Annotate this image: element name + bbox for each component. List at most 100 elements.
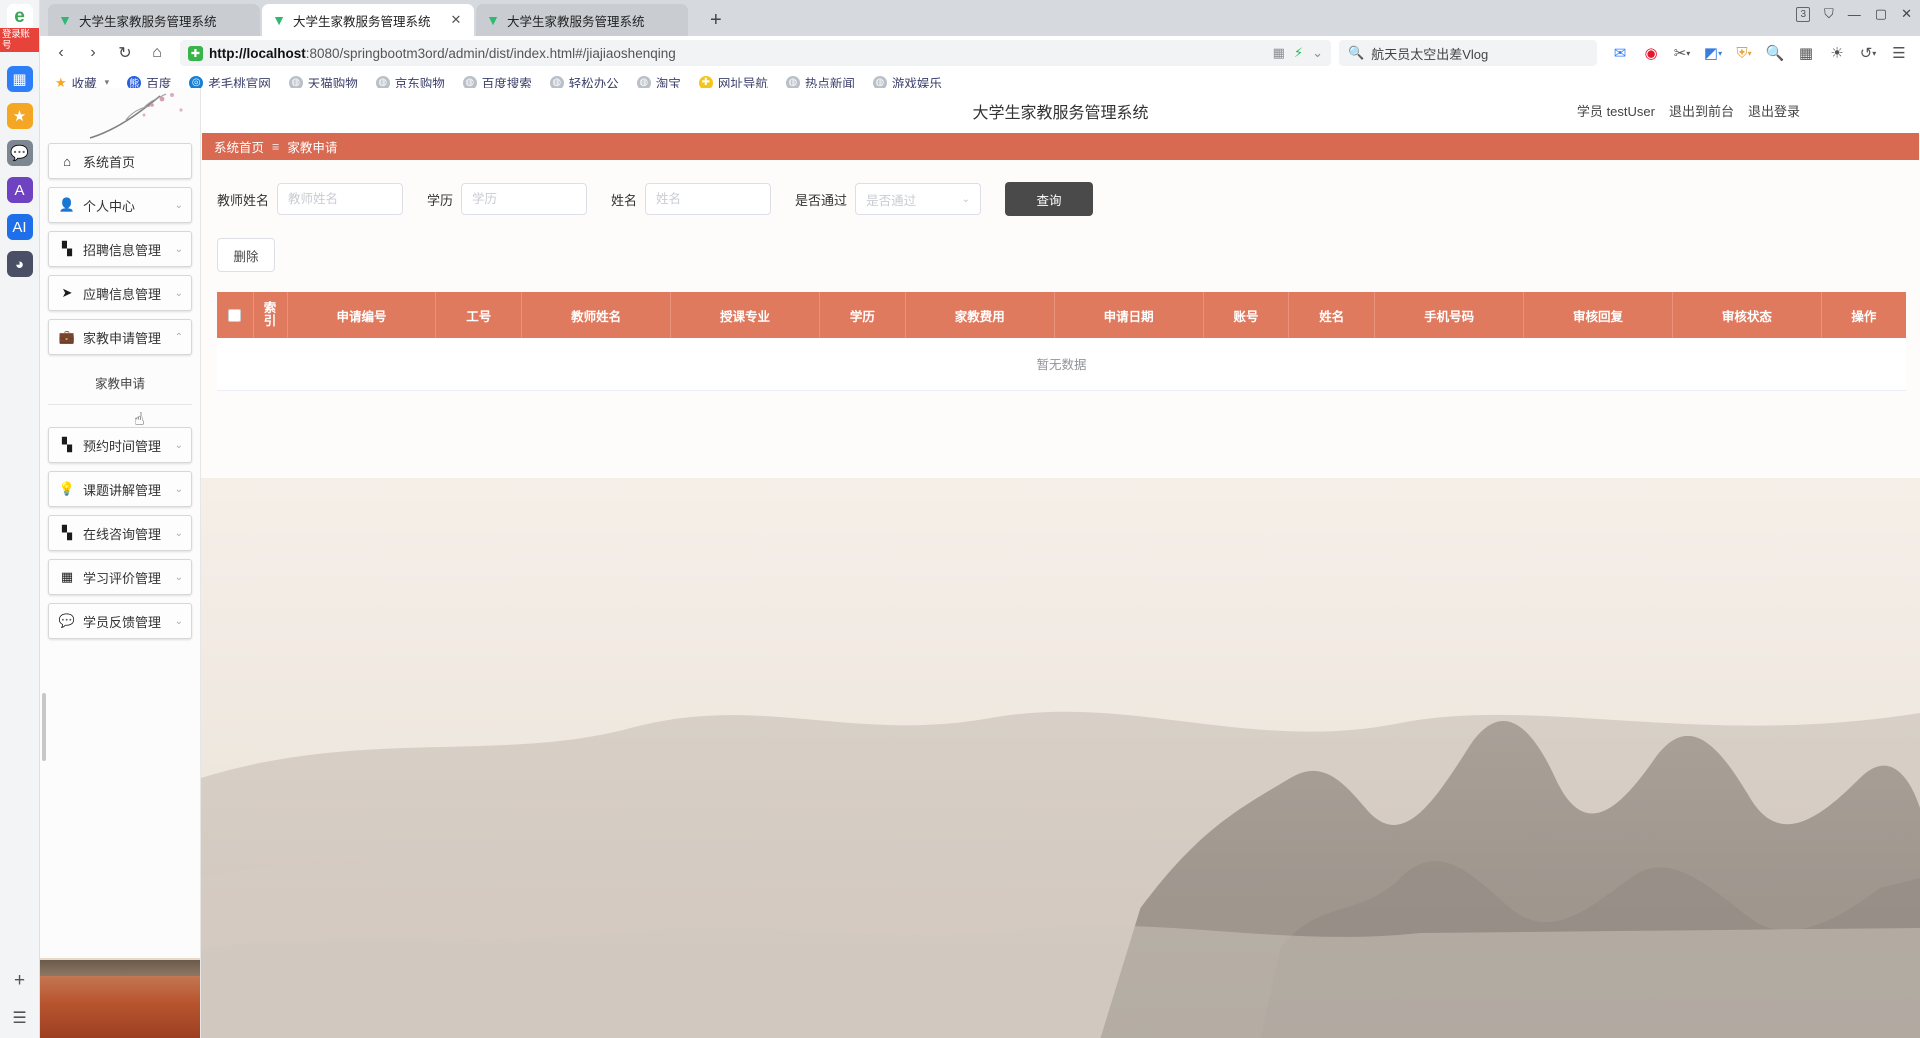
chevron-down-icon: ⌄ xyxy=(174,199,183,211)
chevron-down-icon: ⌄ xyxy=(174,527,183,539)
sidebar-footer-image xyxy=(40,958,200,1038)
tab-count-badge[interactable]: 3 xyxy=(1796,6,1811,22)
chevron-down-icon: ⌄ xyxy=(174,439,183,451)
breadcrumb-home[interactable]: 系统首页 xyxy=(214,137,264,156)
login-account-badge[interactable]: 登录账号 xyxy=(0,28,39,52)
brightness-icon[interactable]: ☀ xyxy=(1824,40,1850,66)
student-name-input[interactable] xyxy=(645,183,772,215)
sidebar-item-home[interactable]: ⌂ 系统首页 xyxy=(48,143,192,179)
feedback-icon: 💬 xyxy=(58,613,76,628)
url-text: http://localhost:8080/springbootm3ord/ad… xyxy=(209,45,676,61)
menu-icon[interactable]: ☰ xyxy=(1886,40,1912,66)
sidebar-item-application-info[interactable]: ➤ 应聘信息管理 ⌄ xyxy=(48,275,192,311)
sidebar-item-online-consult-mgmt[interactable]: ▚ 在线咨询管理 ⌄ xyxy=(48,515,192,551)
sidebar-item-label: 家教申请管理 xyxy=(83,330,162,346)
sidebar-item-tutoring-application-mgmt[interactable]: 💼 家教申请管理 ⌃ xyxy=(48,319,192,355)
new-tab-button[interactable]: + xyxy=(700,9,732,32)
minimize-button[interactable]: — xyxy=(1848,7,1861,22)
sidebar-item-student-feedback-mgmt[interactable]: 💬 学员反馈管理 ⌄ xyxy=(48,603,192,639)
ink-wash-background xyxy=(201,478,1920,1038)
scissors-icon[interactable]: ✂ ▾ xyxy=(1669,40,1695,66)
close-window-button[interactable]: ✕ xyxy=(1901,6,1912,22)
search-input-value: 航天员太空出差Vlog xyxy=(1371,46,1489,62)
sidebar-item-label: 在线咨询管理 xyxy=(83,526,162,542)
search-button-label: 查询 xyxy=(1036,193,1062,208)
column-application-date: 申请日期 xyxy=(1054,292,1204,338)
user-icon: 👤 xyxy=(58,197,76,212)
table-header: 索 引 申请编号 工号 教师姓名 授课专业 学历 家教费用 申请日期 账号 姓名 xyxy=(217,292,1906,338)
app-sidebar: ⌂ 系统首页 👤 个人中心 ⌄ ▚ 招聘信息管理 ⌄ ➤ 应聘信息管理 ⌄ 💼 … xyxy=(40,88,201,1038)
maximize-button[interactable]: ▢ xyxy=(1875,6,1887,22)
column-review-status: 审核状态 xyxy=(1672,292,1822,338)
teacher-name-input[interactable] xyxy=(277,183,404,215)
ai-icon[interactable]: A xyxy=(6,177,33,203)
sidebar-item-booking-time-mgmt[interactable]: ▚ 预约时间管理 ⌄ xyxy=(48,427,192,463)
tab-favicon: ▼ xyxy=(272,12,286,28)
sidebar-item-topic-explanation-mgmt[interactable]: 💡 课题讲解管理 ⌄ xyxy=(48,471,192,507)
browser-tab-3[interactable]: ▼ 大学生家教服务管理系统 xyxy=(476,4,688,36)
browser-tab-2-active[interactable]: ▼ 大学生家教服务管理系统 ✕ xyxy=(262,4,474,36)
palette-icon[interactable]: ◩ ▾ xyxy=(1700,40,1726,66)
column-review-reply: 审核回复 xyxy=(1523,292,1673,338)
sidebar-subitem-tutoring-application[interactable]: 家教申请 xyxy=(48,363,192,405)
sidebar-scrollbar[interactable] xyxy=(42,693,46,761)
sidebar-item-label: 预约时间管理 xyxy=(83,438,162,454)
weibo-icon[interactable]: ◉ xyxy=(1638,40,1664,66)
magnifier-icon[interactable]: 🔍 xyxy=(1762,40,1788,66)
grid-icon: ▚ xyxy=(62,241,72,256)
exit-to-frontend-link[interactable]: 退出到前台 xyxy=(1669,101,1734,120)
tab-favicon: ▼ xyxy=(58,12,72,28)
chevron-down-icon: ⌄ xyxy=(174,287,183,299)
sidebar-item-personal-center[interactable]: 👤 个人中心 ⌄ xyxy=(48,187,192,223)
shield-extension-icon[interactable]: ⛨ ▾ xyxy=(1731,40,1757,66)
address-bar[interactable]: ✚ http://localhost:8080/springbootm3ord/… xyxy=(180,40,1331,66)
sidebar-item-recruitment-info[interactable]: ▚ 招聘信息管理 ⌄ xyxy=(48,231,192,267)
reload-button[interactable]: ↻ xyxy=(110,38,140,68)
column-application-no: 申请编号 xyxy=(287,292,437,338)
sidebar-item-study-evaluation-mgmt[interactable]: ▦ 学习评价管理 ⌄ xyxy=(48,559,192,595)
history-icon[interactable]: ↺ ▾ xyxy=(1855,40,1881,66)
column-education: 学历 xyxy=(819,292,906,338)
home-button[interactable]: ⌂ xyxy=(142,38,172,68)
sidebar-logo xyxy=(40,88,200,143)
tab-title: 大学生家教服务管理系统 xyxy=(293,14,431,29)
search-box[interactable]: 🔍 航天员太空出差Vlog xyxy=(1339,40,1597,66)
grid-apps-icon[interactable]: ▦ xyxy=(1793,40,1819,66)
forward-button[interactable]: › xyxy=(78,38,108,68)
ai2-icon[interactable]: AI xyxy=(6,214,33,240)
mail-icon[interactable]: ✉ xyxy=(1607,40,1633,66)
browser-tab-1[interactable]: ▼ 大学生家教服务管理系统 xyxy=(48,4,260,36)
sidebar-item-label: 应聘信息管理 xyxy=(83,286,162,302)
back-button[interactable]: ‹ xyxy=(46,38,76,68)
student-name-label: 姓名 xyxy=(611,192,638,208)
education-input[interactable] xyxy=(461,183,588,215)
column-name: 姓名 xyxy=(1288,292,1376,338)
avatar-icon[interactable]: ◕ xyxy=(6,251,33,277)
plus-icon[interactable]: + xyxy=(14,970,25,992)
grid-icon[interactable]: ▦ xyxy=(6,66,33,92)
list-icon[interactable]: ☰ xyxy=(12,1008,26,1028)
search-button[interactable]: 查询 xyxy=(1005,182,1094,216)
browser-left-rail: e 登录账号 ▦ ★ 💬 A AI ◕ + ☰ xyxy=(0,0,40,1038)
plum-branch-decoration xyxy=(89,93,183,139)
collections-icon[interactable]: ⛉ xyxy=(1824,6,1834,22)
chat-icon[interactable]: 💬 xyxy=(6,140,33,166)
approved-select[interactable]: 是否通过 ⌄ xyxy=(855,183,982,215)
logout-link[interactable]: 退出登录 xyxy=(1748,101,1800,120)
star-icon[interactable]: ★ xyxy=(6,103,33,129)
lightning-icon[interactable]: ⚡ xyxy=(1294,45,1303,61)
chevron-down-icon[interactable]: ⌄ xyxy=(1312,45,1323,61)
qr-code-icon[interactable]: ▦ xyxy=(1273,45,1285,61)
sidebar-item-label: 学员反馈管理 xyxy=(83,614,162,630)
select-all-checkbox[interactable] xyxy=(228,309,242,323)
chevron-up-icon: ⌃ xyxy=(174,331,183,343)
approved-select-value: 是否通过 xyxy=(866,193,917,208)
tab-strip: ▼ 大学生家教服务管理系统 ▼ 大学生家教服务管理系统 ✕ ▼ 大学生家教服务管… xyxy=(0,0,1920,36)
table-header-row: 索 引 申请编号 工号 教师姓名 授课专业 学历 家教费用 申请日期 账号 姓名 xyxy=(217,292,1906,338)
tab-favicon: ▼ xyxy=(486,12,500,28)
tab-close-icon[interactable]: ✕ xyxy=(448,12,464,28)
delete-button[interactable]: 删除 xyxy=(217,238,275,272)
chevron-down-icon[interactable]: ▾ xyxy=(105,77,110,88)
send-icon: ➤ xyxy=(61,285,73,300)
table-body: 暂无数据 xyxy=(217,338,1906,391)
